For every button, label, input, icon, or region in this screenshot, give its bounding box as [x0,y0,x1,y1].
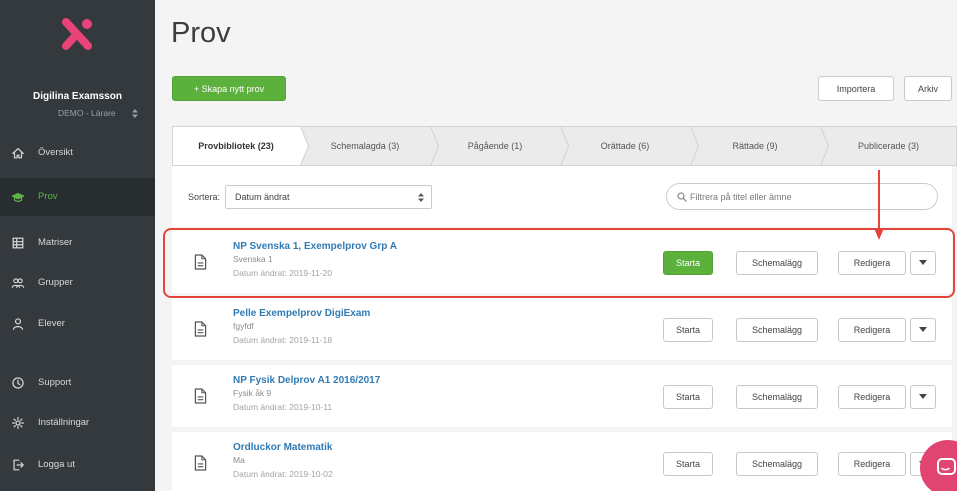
sidebar-item-label: Inställningar [38,417,90,428]
edit-button[interactable]: Redigera [838,318,906,342]
groups-icon [11,278,25,288]
role-switcher[interactable]: DEMO - Lärare [58,107,138,119]
sidebar-item-label: Elever [38,318,65,329]
tab-pagaende[interactable]: Pågående (1) [430,126,560,166]
tab-rattade[interactable]: Rättade (9) [690,126,820,166]
exam-title-link[interactable]: NP Fysik Delprov A1 2016/2017 [233,375,380,386]
exam-modified-date: Datum ändrat: 2019-10-11 [233,402,333,412]
exam-subject: fgyfdf [233,321,254,331]
chevron-down-icon [919,327,927,332]
sidebar-item-label: Grupper [38,277,73,288]
sidebar-item-support[interactable]: Support [0,364,155,402]
edit-button[interactable]: Redigera [838,251,906,275]
sidebar-item-installningar[interactable]: Inställningar [0,404,155,442]
exam-row: Pelle Exempelprov DigiExam fgyfdf Datum … [172,298,952,360]
sort-select[interactable]: Datum ändrat [225,185,432,209]
exam-subject: Ma [233,455,245,465]
start-button[interactable]: Starta [663,251,713,275]
user-name: Digilina Examsson [33,91,122,102]
sidebar-item-grupper[interactable]: Grupper [0,264,155,302]
tab-publicerade[interactable]: Publicerade (3) [820,126,957,166]
exam-row: NP Fysik Delprov A1 2016/2017 Fysik åk 9… [172,365,952,427]
exam-modified-date: Datum ändrat: 2019-11-20 [233,268,333,278]
exam-subject: Fysik åk 9 [233,388,272,398]
start-button[interactable]: Starta [663,452,713,476]
schedule-button[interactable]: Schemalägg [736,385,818,409]
sort-label: Sortera: [188,192,221,202]
start-button[interactable]: Starta [663,318,713,342]
document-icon [194,321,207,337]
matrix-icon [12,237,24,249]
schedule-button[interactable]: Schemalägg [736,452,818,476]
document-icon [194,388,207,404]
create-exam-button[interactable]: + Skapa nytt prov [172,76,286,101]
tab-provbibliotek[interactable]: Provbibliotek (23) [172,126,300,166]
sidebar-item-label: Support [38,377,72,388]
exam-icon [11,192,25,202]
chevron-down-icon [919,394,927,399]
document-icon [194,455,207,471]
search-input[interactable] [690,188,930,206]
schedule-button[interactable]: Schemalägg [736,318,818,342]
sidebar-item-label: Översikt [38,147,73,158]
search-box[interactable] [666,183,938,210]
sidebar-item-logga-ut[interactable]: Logga ut [0,446,155,484]
exam-row: NP Svenska 1, Exempelprov Grp A Svenska … [172,231,952,293]
page-title: Prov [171,17,231,49]
edit-button[interactable]: Redigera [838,452,906,476]
sort-select-value: Datum ändrat [235,192,290,202]
sidebar-item-matriser[interactable]: Matriser [0,224,155,262]
archive-button[interactable]: Arkiv [904,76,952,101]
exam-subject: Svenska 1 [233,254,273,264]
schedule-button[interactable]: Schemalägg [736,251,818,275]
document-icon [194,254,207,270]
settings-icon [11,416,25,430]
select-arrows-icon [418,193,424,202]
tab-schemalagda[interactable]: Schemalagda (3) [300,126,430,166]
more-actions-button[interactable] [910,251,936,275]
exam-title-link[interactable]: Ordluckor Matematik [233,442,332,453]
exam-title-link[interactable]: Pelle Exempelprov DigiExam [233,308,370,319]
sidebar-item-prov[interactable]: Prov [0,178,155,216]
logo-icon[interactable] [57,13,99,55]
sidebar-item-label: Logga ut [38,459,75,470]
tab-orattade[interactable]: Orättade (6) [560,126,690,166]
annotation-arrow [874,170,884,240]
support-icon [12,377,24,389]
search-icon [677,192,687,202]
chat-launcher[interactable] [917,437,957,491]
import-button[interactable]: Importera [818,76,894,101]
sidebar-item-label: Matriser [38,237,73,248]
chevron-down-icon [919,260,927,265]
exam-modified-date: Datum ändrat: 2019-10-02 [233,469,333,479]
user-role-label: DEMO - Lärare [58,108,116,118]
sidebar-item-oversikt[interactable]: Översikt [0,134,155,172]
logout-icon [13,459,24,471]
home-icon [12,148,24,159]
sidebar: Digilina Examsson DEMO - Lärare Översikt… [0,0,155,491]
students-icon [13,318,23,330]
edit-button[interactable]: Redigera [838,385,906,409]
exam-row: Ordluckor Matematik Ma Datum ändrat: 201… [172,432,952,491]
chat-icon [920,440,957,491]
exam-title-link[interactable]: NP Svenska 1, Exempelprov Grp A [233,241,397,252]
exam-modified-date: Datum ändrat: 2019-11-18 [233,335,333,345]
sidebar-item-elever[interactable]: Elever [0,305,155,343]
updown-icon [131,108,138,118]
sidebar-item-label: Prov [38,191,58,202]
more-actions-button[interactable] [910,318,936,342]
start-button[interactable]: Starta [663,385,713,409]
more-actions-button[interactable] [910,385,936,409]
